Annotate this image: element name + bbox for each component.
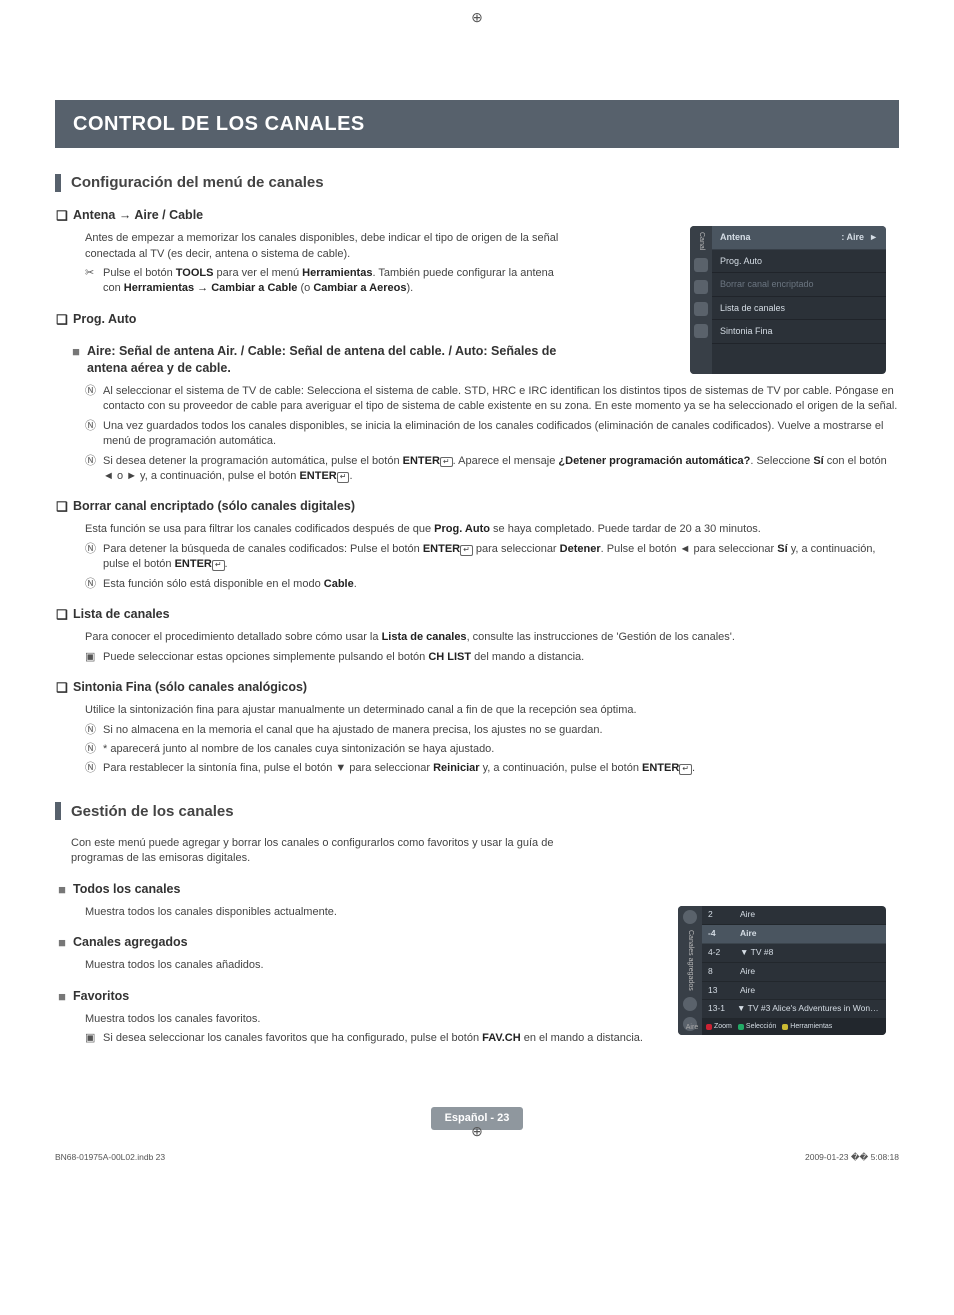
red-dot-icon	[706, 1024, 712, 1030]
ch-list-air-label: Aire	[682, 1023, 702, 1033]
borrar-intro: Esta función se usa para filtrar los can…	[85, 522, 899, 537]
section-gestion-heading: Gestión de los canales	[55, 801, 899, 822]
heading-bar-icon	[55, 174, 61, 192]
tools-icon: ✂	[85, 266, 103, 281]
subhead-sintonia: ❏ Sintonia Fina (sólo canales analógicos…	[55, 679, 899, 697]
sint-note2: Ⓝ * aparecerá junto al nombre de los can…	[85, 742, 899, 757]
subhead-borrar: ❏ Borrar canal encriptado (sólo canales …	[55, 498, 899, 516]
enter-icon	[679, 764, 692, 775]
checkbox-icon: ❏	[55, 606, 69, 624]
subhead-antena: ❏ Antena → Aire / Cable	[55, 207, 899, 225]
remote-icon: ▣	[85, 1031, 103, 1046]
tv-menu-item-prog-auto[interactable]: Prog. Auto	[712, 250, 886, 274]
tv-side-icon	[694, 258, 708, 272]
checkbox-icon: ❏	[55, 679, 69, 697]
heading-bar-icon	[55, 802, 61, 820]
tv-menu-item-lista[interactable]: Lista de canales	[712, 297, 886, 321]
doc-foot-left: BN68-01975A-00L02.indb 23	[55, 1152, 165, 1164]
note-icon: Ⓝ	[85, 723, 103, 738]
section-heading-text: Gestión de los canales	[71, 801, 234, 822]
green-dot-icon	[738, 1024, 744, 1030]
section-config-heading: Configuración del menú de canales	[55, 172, 899, 193]
enter-icon	[337, 472, 350, 483]
tv-menu-item-sintonia[interactable]: Sintonia Fina	[712, 320, 886, 344]
checkbox-icon: ❏	[55, 311, 69, 329]
ch-list-rows: 2Aire -4Aire 4-2▼ TV #8 8Aire 13Aire 13-…	[702, 906, 886, 1035]
tv-menu-screenshot: Canal Antena : Aire ► Prog. Auto Borrar …	[690, 226, 886, 374]
ch-side-icon	[683, 910, 697, 924]
gestion-intro: Con este menú puede agregar y borrar los…	[71, 836, 563, 867]
prog-auto-note1: Ⓝ Al seleccionar el sistema de TV de cab…	[85, 384, 899, 415]
ch-row[interactable]: 13-1▼ TV #3 Alice's Adventures in Wonder…	[702, 1000, 886, 1019]
page-title-bar: CONTROL DE LOS CANALES	[55, 100, 899, 148]
square-icon: ■	[69, 343, 83, 361]
ch-side-icon	[683, 997, 697, 1011]
ch-list-footer: Zoom Selección Herramientas	[702, 1019, 886, 1035]
sint-note1: Ⓝ Si no almacena en la memoria el canal …	[85, 723, 899, 738]
note-icon: Ⓝ	[85, 542, 103, 557]
note-icon: Ⓝ	[85, 454, 103, 469]
note-icon: Ⓝ	[85, 384, 103, 399]
antena-intro-text: Antes de empezar a memorizar los canales…	[85, 231, 563, 262]
prog-auto-note3: Ⓝ Si desea detener la programación autom…	[85, 454, 899, 485]
note-icon: Ⓝ	[85, 761, 103, 776]
subhead-lista: ❏ Lista de canales	[55, 606, 899, 624]
tv-menu-side-label: Canal	[696, 232, 706, 250]
antena-tools-note: ✂ Pulse el botón TOOLS para ver el menú …	[85, 266, 563, 297]
borrar-note2: Ⓝ Esta función sólo está disponible en e…	[85, 577, 899, 592]
note-icon: Ⓝ	[85, 577, 103, 592]
ch-list-sidebar: Canales agregados	[678, 906, 702, 1035]
borrar-note1: Ⓝ Para detener la búsqueda de canales co…	[85, 542, 899, 573]
checkbox-icon: ❏	[55, 498, 69, 516]
yellow-dot-icon	[782, 1024, 788, 1030]
channel-list-screenshot: Canales agregados 2Aire -4Aire 4-2▼ TV #…	[678, 906, 886, 1035]
ch-row[interactable]: 2Aire	[702, 906, 886, 925]
tv-menu-sidebar: Canal	[690, 226, 712, 374]
doc-foot-right: 2009-01-23 �� 5:08:18	[805, 1152, 899, 1164]
tv-side-icon	[694, 280, 708, 294]
section-heading-text: Configuración del menú de canales	[71, 172, 324, 193]
enter-icon	[212, 560, 225, 571]
remote-icon: ▣	[85, 650, 103, 665]
ch-row[interactable]: 13Aire	[702, 982, 886, 1001]
ch-row[interactable]: 4-2▼ TV #8	[702, 944, 886, 963]
tv-side-icon	[694, 324, 708, 338]
tv-side-icon	[694, 302, 708, 316]
note-icon: Ⓝ	[85, 742, 103, 757]
checkbox-icon: ❏	[55, 207, 69, 225]
tv-menu-item-borrar[interactable]: Borrar canal encriptado	[712, 273, 886, 297]
square-icon: ■	[55, 934, 69, 952]
subhead-todos: ■ Todos los canales	[55, 881, 899, 899]
print-mark-top: ⊕	[471, 8, 483, 28]
square-icon: ■	[55, 988, 69, 1006]
ch-row[interactable]: 8Aire	[702, 963, 886, 982]
enter-icon	[460, 545, 473, 556]
lista-remote-note: ▣ Puede seleccionar estas opciones simpl…	[85, 650, 899, 665]
prog-auto-note2: Ⓝ Una vez guardados todos los canales di…	[85, 419, 899, 450]
print-mark-bottom: ⊕	[471, 1122, 483, 1142]
tv-menu-rows: Antena : Aire ► Prog. Auto Borrar canal …	[712, 226, 886, 374]
ch-row[interactable]: -4Aire	[702, 925, 886, 944]
prog-auto-signals: ■ Aire: Señal de antena Air. / Cable: Se…	[69, 343, 563, 378]
tv-menu-item-antena[interactable]: Antena : Aire ►	[712, 226, 886, 250]
sint-note3: Ⓝ Para restablecer la sintonía fina, pul…	[85, 761, 899, 776]
doc-footer: BN68-01975A-00L02.indb 23 2009-01-23 �� …	[55, 1152, 899, 1164]
lista-intro: Para conocer el procedimiento detallado …	[85, 630, 899, 645]
sint-intro: Utilice la sintonización fina para ajust…	[85, 703, 899, 718]
enter-icon	[440, 457, 453, 468]
note-icon: Ⓝ	[85, 419, 103, 434]
square-icon: ■	[55, 881, 69, 899]
ch-list-side-label: Canales agregados	[685, 930, 695, 991]
